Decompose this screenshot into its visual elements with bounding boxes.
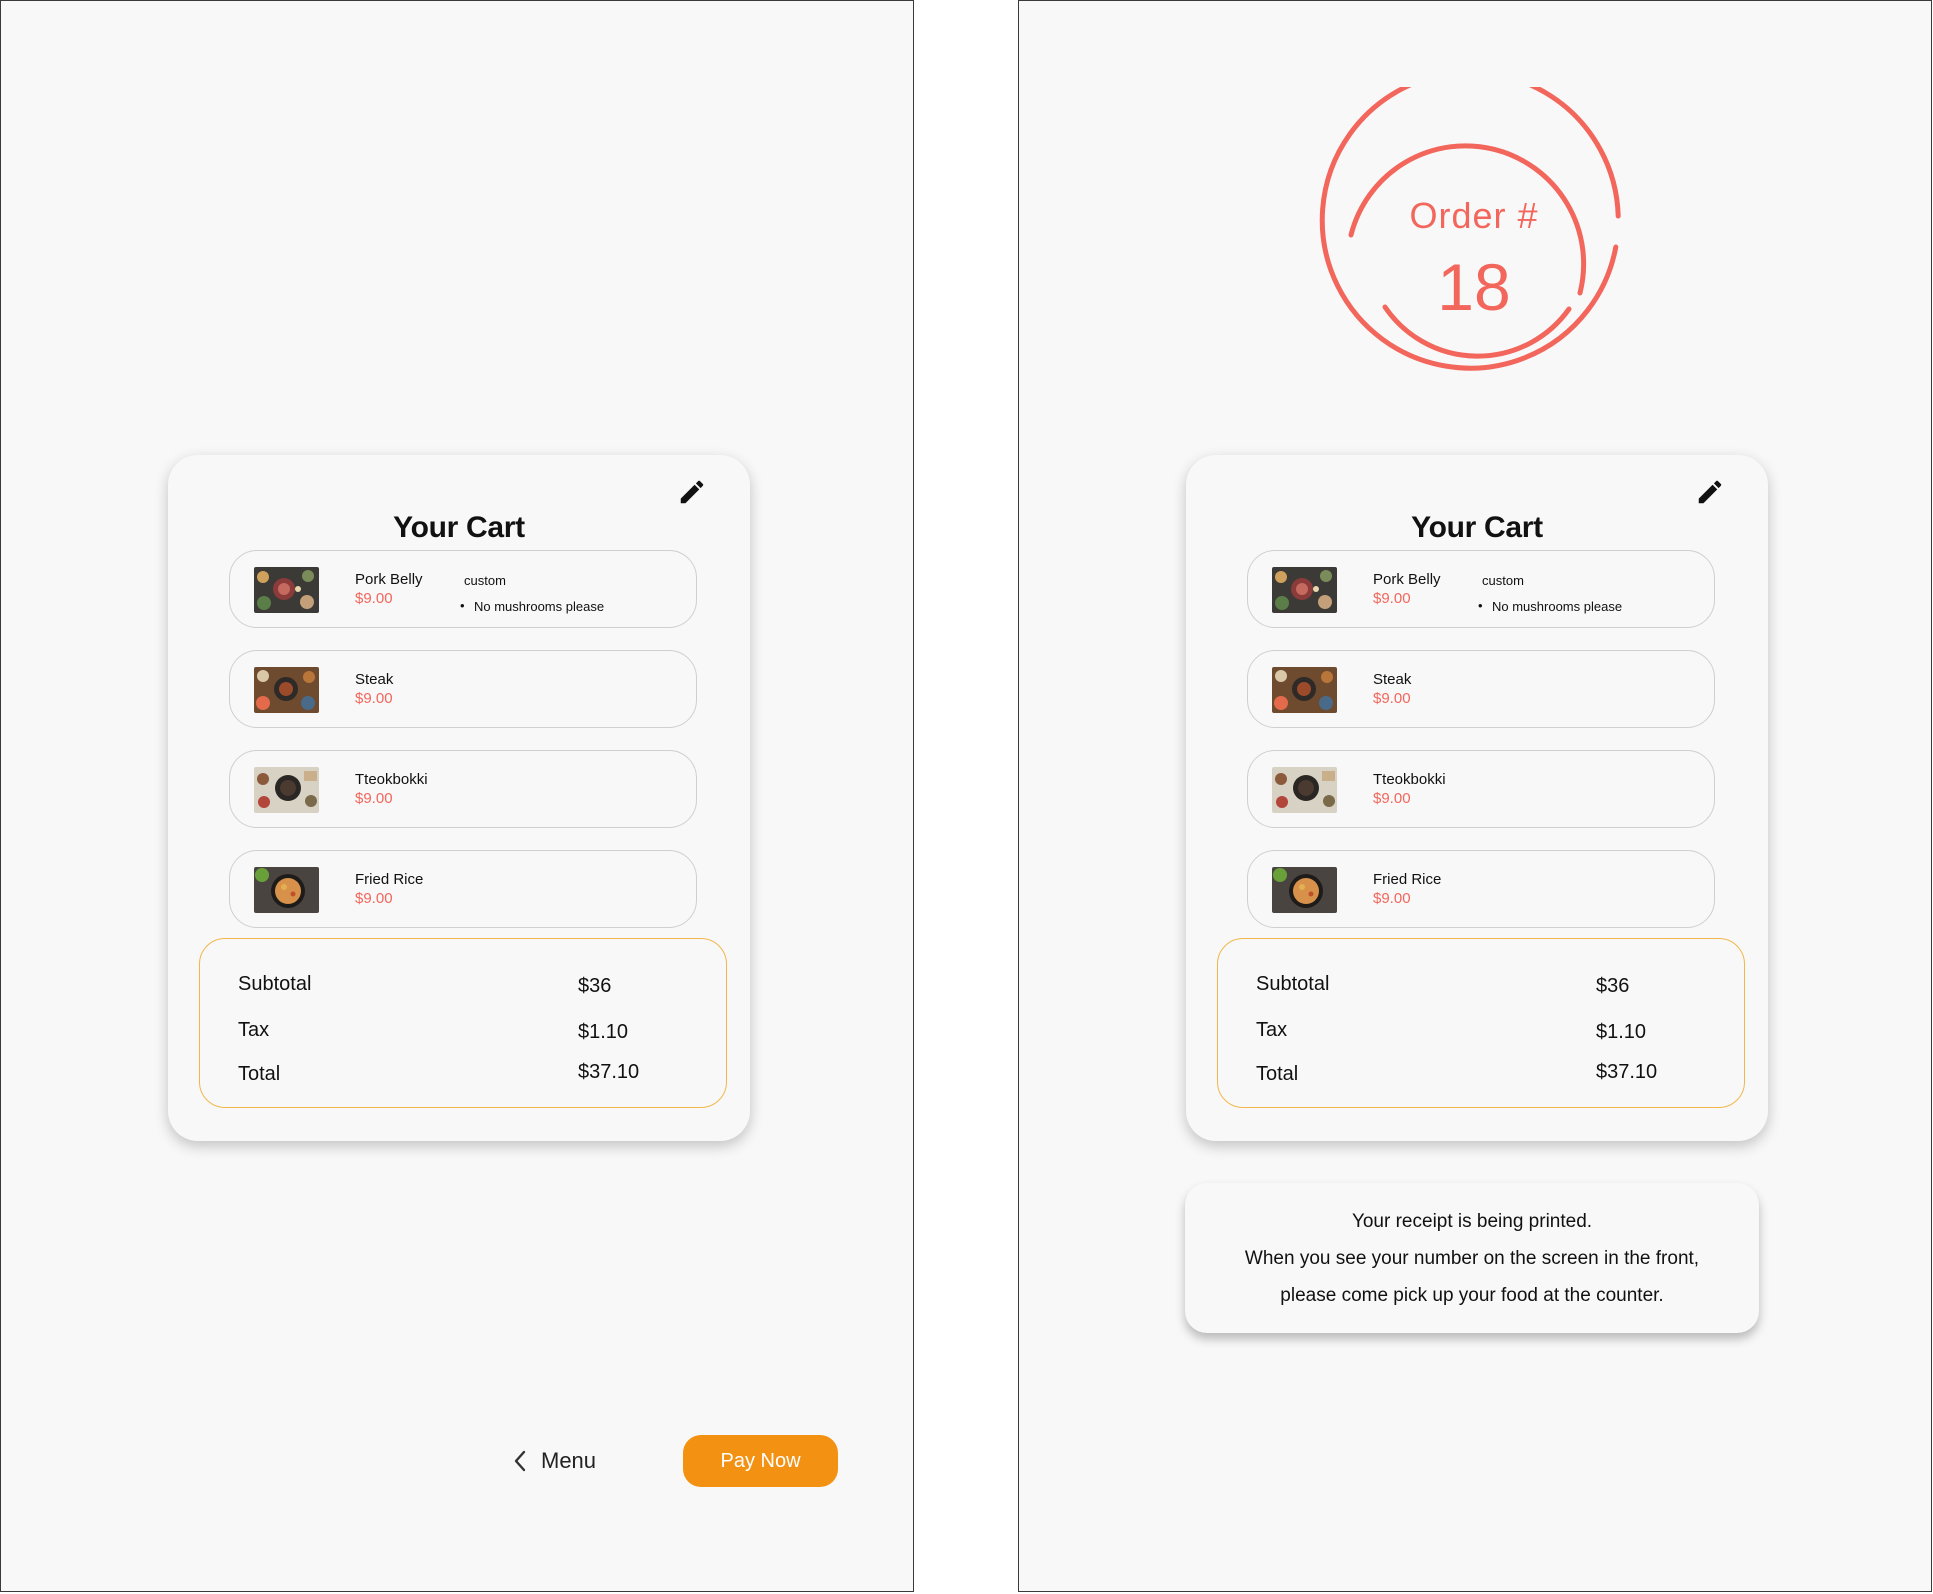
item-price: $9.00 [1373,590,1411,607]
total-label: Total [1256,1063,1299,1085]
total-value: $37.10 [1596,1061,1658,1083]
item-price: $9.00 [1373,690,1411,707]
total-value: $37.10 [578,1061,640,1083]
custom-label: custom [1482,573,1524,588]
menu-label: Menu [541,1448,597,1473]
fried-rice-image [254,867,319,913]
pay-now-button[interactable]: Pay Now [683,1435,838,1487]
pork-belly-image [254,567,319,613]
cart-item-list: Pork Belly $9.00 custom No mushrooms ple… [1247,550,1715,950]
steak-image [254,667,319,713]
receipt-message-card: Your receipt is being printed. When you … [1185,1183,1759,1333]
item-price: $9.00 [355,890,393,907]
order-confirmation-screen: Order # 18 Your Cart Pork Belly $9.00 cu… [1018,0,1932,1592]
cart-item-list: Pork Belly $9.00 custom No mushrooms ple… [229,550,697,950]
tax-value: $1.10 [1596,1021,1647,1043]
totals-box: Subtotal $36 Tax $1.10 Total $37.10 [1217,938,1745,1108]
receipt-line: Your receipt is being printed. [1351,1211,1593,1232]
chevron-left-icon [514,1450,526,1472]
subtotal-value: $36 [578,975,612,997]
tteokbokki-image [254,767,319,813]
cart-title: Your Cart [393,511,525,544]
item-price: $9.00 [355,790,393,807]
edit-cart-button[interactable] [1690,472,1730,512]
cart-item[interactable]: Pork Belly $9.00 custom No mushrooms ple… [229,550,697,628]
item-name: Tteokbokki [355,771,428,788]
item-price: $9.00 [1373,790,1411,807]
item-price: $9.00 [355,690,393,707]
item-name: Pork Belly [1373,571,1441,588]
pencil-icon [1698,480,1722,504]
order-label: Order # [1409,195,1539,236]
order-ring-graphic [1319,69,1621,371]
cart-item[interactable]: Pork Belly $9.00 custom No mushrooms ple… [1247,550,1715,628]
back-to-menu-link[interactable]: Menu [513,1443,596,1479]
receipt-line: When you see your number on the screen i… [1244,1248,1700,1269]
tax-label: Tax [238,1019,270,1041]
custom-note: No mushrooms please [460,598,604,614]
totals-box: Subtotal $36 Tax $1.10 Total $37.10 [199,938,727,1108]
subtotal-label: Subtotal [1256,973,1330,995]
receipt-line: please come pick up your food at the cou… [1280,1285,1664,1306]
subtotal-value: $36 [1596,975,1630,997]
cart-title: Your Cart [1411,511,1543,544]
pencil-icon [680,480,704,504]
item-name: Pork Belly [355,571,423,588]
steak-image [1272,667,1337,713]
item-name: Fried Rice [355,871,424,888]
item-name: Tteokbokki [1373,771,1446,788]
item-price: $9.00 [355,590,393,607]
fried-rice-image [1272,867,1337,913]
item-name: Fried Rice [1373,871,1442,888]
pork-belly-image [1272,567,1337,613]
cart-item[interactable]: Tteokbokki $9.00 [229,750,697,828]
total-label: Total [238,1063,281,1085]
edit-cart-button[interactable] [672,472,712,512]
custom-note: No mushrooms please [1478,598,1622,614]
order-number: 18 [1437,250,1511,324]
cart-card: Your Cart Pork Belly $9.00 custom • No m… [168,455,750,1141]
cart-item[interactable]: Steak $9.00 [229,650,697,728]
tteokbokki-image [1272,767,1337,813]
custom-label: custom [464,573,506,588]
item-name: Steak [355,671,394,688]
cart-card: Your Cart Pork Belly $9.00 custom • No m… [1186,455,1768,1141]
cart-screen: Your Cart Pork Belly $9.00 custom • No m… [0,0,914,1592]
item-price: $9.00 [1373,890,1411,907]
cart-item[interactable]: Fried Rice $9.00 [1247,850,1715,928]
cart-item[interactable]: Tteokbokki $9.00 [1247,750,1715,828]
item-name: Steak [1373,671,1412,688]
subtotal-label: Subtotal [238,973,312,995]
tax-value: $1.10 [578,1021,629,1043]
cart-item[interactable]: Steak $9.00 [1247,650,1715,728]
cart-item[interactable]: Fried Rice $9.00 [229,850,697,928]
tax-label: Tax [1256,1019,1288,1041]
order-number-badge: Order # 18 [1309,69,1649,407]
